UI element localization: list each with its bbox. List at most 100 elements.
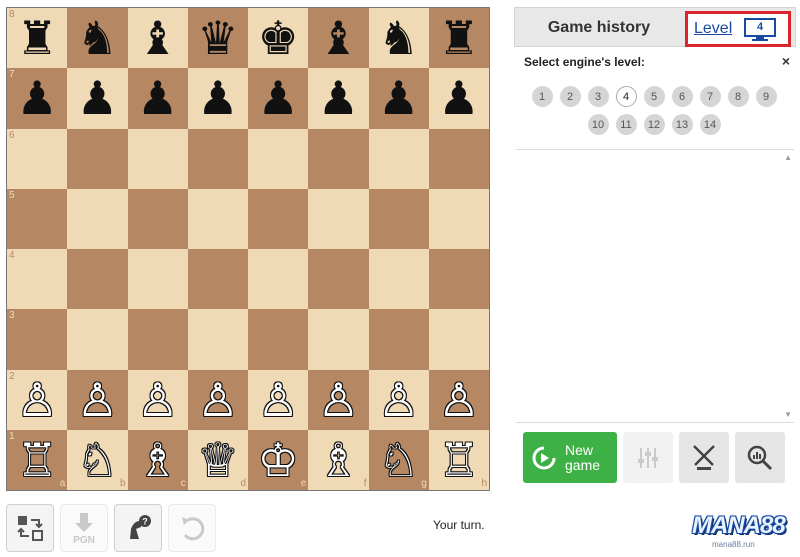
white-bishop-icon[interactable]: ♗ xyxy=(137,437,178,483)
square-h1[interactable]: h ♖ xyxy=(428,429,489,490)
square-g7[interactable]: ♟ xyxy=(368,68,429,129)
white-pawn-icon[interactable]: ♙ xyxy=(17,377,58,423)
black-knight-icon[interactable]: ♞ xyxy=(378,15,419,61)
square-b7[interactable]: ♟ xyxy=(67,68,128,129)
square-g2[interactable]: ♙ xyxy=(368,369,429,430)
black-pawn-icon[interactable]: ♟ xyxy=(197,75,238,121)
square-e6[interactable] xyxy=(248,128,309,189)
new-game-button[interactable]: New game xyxy=(523,432,617,483)
square-c3[interactable] xyxy=(127,309,188,370)
tab-game-history[interactable]: Game history xyxy=(515,8,683,47)
black-queen-icon[interactable]: ♛ xyxy=(197,15,238,61)
square-h6[interactable] xyxy=(428,128,489,189)
square-e8[interactable]: ♚ xyxy=(248,8,309,69)
level-option-6[interactable]: 6 xyxy=(671,86,693,107)
level-option-5[interactable]: 5 xyxy=(643,86,665,107)
square-c5[interactable] xyxy=(127,188,188,249)
flip-board-button[interactable] xyxy=(6,504,54,552)
square-b8[interactable]: ♞ xyxy=(67,8,128,69)
square-f7[interactable]: ♟ xyxy=(308,68,369,129)
square-a3[interactable]: 3 xyxy=(7,309,68,370)
black-bishop-icon[interactable]: ♝ xyxy=(318,15,359,61)
square-a4[interactable]: 4 xyxy=(7,249,68,310)
level-option-13[interactable]: 13 xyxy=(671,114,693,135)
square-e3[interactable] xyxy=(248,309,309,370)
analysis-button[interactable] xyxy=(735,432,785,483)
square-d1[interactable]: d ♕ xyxy=(187,429,248,490)
square-e7[interactable]: ♟ xyxy=(248,68,309,129)
square-e2[interactable]: ♙ xyxy=(248,369,309,430)
black-pawn-icon[interactable]: ♟ xyxy=(258,75,299,121)
black-pawn-icon[interactable]: ♟ xyxy=(378,75,419,121)
square-e5[interactable] xyxy=(248,188,309,249)
level-option-8[interactable]: 8 xyxy=(727,86,749,107)
square-c8[interactable]: ♝ xyxy=(127,8,188,69)
square-d8[interactable]: ♛ xyxy=(187,8,248,69)
square-e4[interactable] xyxy=(248,249,309,310)
white-bishop-icon[interactable]: ♗ xyxy=(318,437,359,483)
square-g1[interactable]: g ♘ xyxy=(368,429,429,490)
square-c6[interactable] xyxy=(127,128,188,189)
square-b1[interactable]: b ♘ xyxy=(67,429,128,490)
undo-button[interactable] xyxy=(168,504,216,552)
square-b3[interactable] xyxy=(67,309,128,370)
level-option-14[interactable]: 14 xyxy=(699,114,721,135)
square-b5[interactable] xyxy=(67,188,128,249)
hint-button[interactable]: ? xyxy=(114,504,162,552)
black-pawn-icon[interactable]: ♟ xyxy=(318,75,359,121)
white-pawn-icon[interactable]: ♙ xyxy=(318,377,359,423)
level-option-12[interactable]: 12 xyxy=(643,114,665,135)
square-f3[interactable] xyxy=(308,309,369,370)
game-history-list[interactable]: ▲ ▼ xyxy=(516,149,794,423)
square-a6[interactable]: 6 xyxy=(7,128,68,189)
square-b4[interactable] xyxy=(67,249,128,310)
white-pawn-icon[interactable]: ♙ xyxy=(258,377,299,423)
square-f8[interactable]: ♝ xyxy=(308,8,369,69)
square-g4[interactable] xyxy=(368,249,429,310)
square-a5[interactable]: 5 xyxy=(7,188,68,249)
level-option-10[interactable]: 10 xyxy=(587,114,609,135)
square-d6[interactable] xyxy=(187,128,248,189)
square-f6[interactable] xyxy=(308,128,369,189)
download-pgn-button[interactable]: PGN xyxy=(60,504,108,552)
white-pawn-icon[interactable]: ♙ xyxy=(378,377,419,423)
scroll-up-icon[interactable]: ▲ xyxy=(784,153,792,162)
white-pawn-icon[interactable]: ♙ xyxy=(77,377,118,423)
square-b2[interactable]: ♙ xyxy=(67,369,128,430)
level-selector[interactable]: Level 4 xyxy=(685,11,791,47)
level-option-1[interactable]: 1 xyxy=(531,86,553,107)
square-g3[interactable] xyxy=(368,309,429,370)
square-g6[interactable] xyxy=(368,128,429,189)
white-queen-icon[interactable]: ♕ xyxy=(197,437,238,483)
square-a7[interactable]: 7 ♟ xyxy=(7,68,68,129)
white-pawn-icon[interactable]: ♙ xyxy=(438,377,479,423)
level-option-11[interactable]: 11 xyxy=(615,114,637,135)
square-d3[interactable] xyxy=(187,309,248,370)
square-f2[interactable]: ♙ xyxy=(308,369,369,430)
level-option-2[interactable]: 2 xyxy=(559,86,581,107)
square-a2[interactable]: 2 ♙ xyxy=(7,369,68,430)
white-knight-icon[interactable]: ♘ xyxy=(378,437,419,483)
square-h7[interactable]: ♟ xyxy=(428,68,489,129)
level-option-4[interactable]: 4 xyxy=(615,86,637,107)
square-f4[interactable] xyxy=(308,249,369,310)
white-king-icon[interactable]: ♔ xyxy=(258,437,299,483)
settings-button[interactable] xyxy=(623,432,673,483)
square-h8[interactable]: ♜ xyxy=(428,8,489,69)
square-b6[interactable] xyxy=(67,128,128,189)
square-c4[interactable] xyxy=(127,249,188,310)
square-c1[interactable]: c ♗ xyxy=(127,429,188,490)
black-rook-icon[interactable]: ♜ xyxy=(438,15,479,61)
square-h2[interactable]: ♙ xyxy=(428,369,489,430)
square-c2[interactable]: ♙ xyxy=(127,369,188,430)
level-link[interactable]: Level xyxy=(694,20,732,38)
square-d7[interactable]: ♟ xyxy=(187,68,248,129)
square-h5[interactable] xyxy=(428,188,489,249)
square-h3[interactable] xyxy=(428,309,489,370)
square-a8[interactable]: 8 ♜ xyxy=(7,8,68,69)
black-pawn-icon[interactable]: ♟ xyxy=(77,75,118,121)
black-rook-icon[interactable]: ♜ xyxy=(17,15,58,61)
white-knight-icon[interactable]: ♘ xyxy=(77,437,118,483)
black-knight-icon[interactable]: ♞ xyxy=(77,15,118,61)
square-f5[interactable] xyxy=(308,188,369,249)
